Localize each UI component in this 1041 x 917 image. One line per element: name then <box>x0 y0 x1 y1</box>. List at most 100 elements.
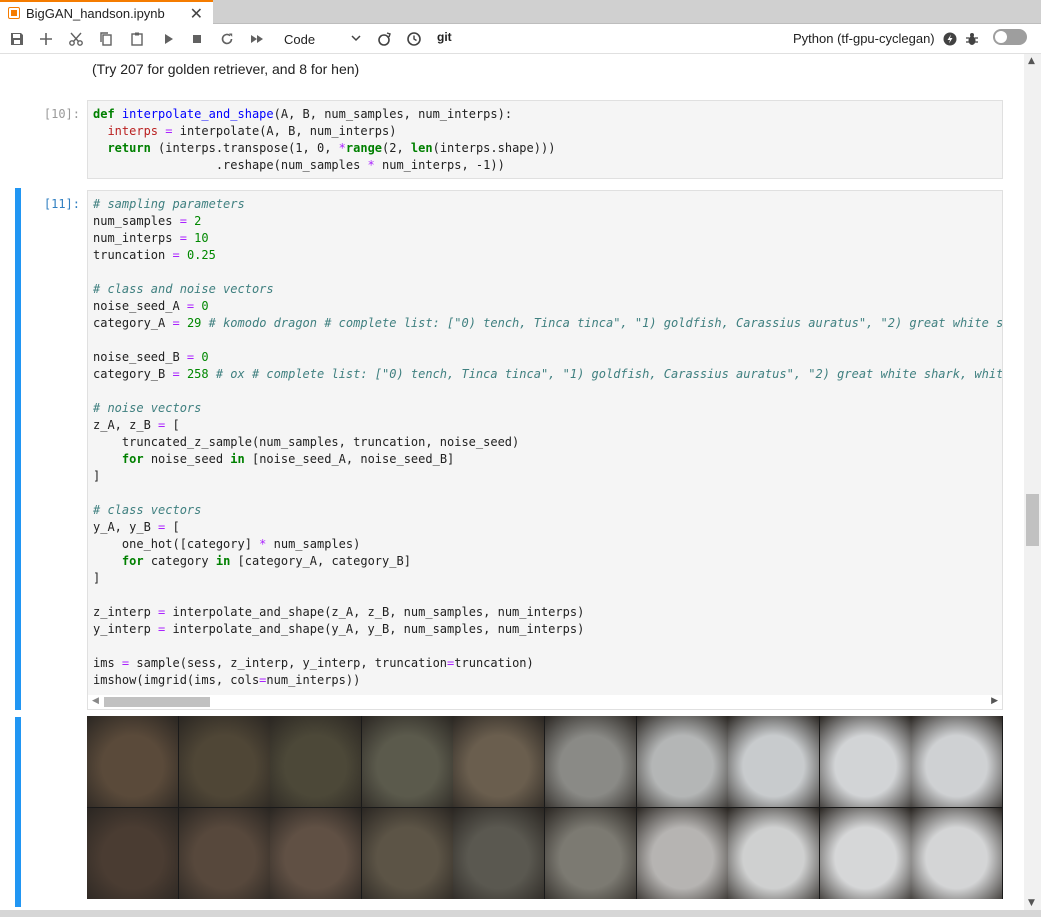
code-token: noise_seed_B <box>93 350 187 364</box>
add-cell-icon[interactable] <box>38 31 54 47</box>
cut-icon[interactable] <box>68 31 84 47</box>
code-token: noise_seed <box>143 452 231 466</box>
code-token: = <box>179 214 187 228</box>
notebook-icon <box>8 7 20 19</box>
code-token: # class and noise vectors <box>93 282 274 296</box>
output-tile <box>545 716 636 807</box>
kernel-name[interactable]: Python (tf-gpu-cyclegan) <box>793 31 935 46</box>
code-token: * <box>338 141 346 155</box>
code-token: interpolate_and_shape <box>121 107 274 121</box>
code-line: truncated_z_sample(num_samples, truncati… <box>93 435 519 452</box>
code-token: interpolate(A, B, num_interps) <box>179 124 397 138</box>
code-token: len <box>410 141 433 155</box>
code-token: [ <box>165 520 180 534</box>
notebook-panel: (Try 207 for golden retriever, and 8 for… <box>0 55 1041 910</box>
output-tile <box>361 716 453 807</box>
vertical-scroll-thumb[interactable] <box>1026 494 1039 546</box>
run-icon[interactable] <box>160 31 176 47</box>
cell-prompt-10: [10]: <box>43 107 80 121</box>
code-token: = <box>172 367 180 381</box>
code-token: range <box>345 141 383 155</box>
code-token: 258 <box>179 367 216 381</box>
code-token: category_B <box>93 367 173 381</box>
code-token: ] <box>93 571 101 585</box>
output-cell-indicator <box>15 717 21 907</box>
scroll-up-icon[interactable]: ▲ <box>1028 56 1035 66</box>
code-line: # class vectors <box>93 503 201 520</box>
scroll-down-icon[interactable]: ▼ <box>1028 898 1035 908</box>
code-token: .reshape(num_samples <box>93 158 368 172</box>
stop-icon[interactable] <box>189 31 205 47</box>
code-token: (interps.transpose(1, 0, <box>158 141 339 155</box>
debugger-toggle[interactable] <box>993 29 1027 45</box>
code-line: ] <box>93 571 100 588</box>
code-token: = <box>172 248 180 262</box>
code-line: for noise_seed in [noise_seed_A, noise_s… <box>93 452 454 469</box>
code-cell-10[interactable]: def interpolate_and_shape(A, B, num_samp… <box>87 100 1003 179</box>
code-token: interpolate_and_shape(z_A, z_B, num_samp… <box>165 605 585 619</box>
output-tile <box>636 716 728 807</box>
code-line: one_hot([category] * num_samples) <box>93 537 360 554</box>
code-token: in <box>215 554 231 568</box>
chevron-down-icon <box>350 32 362 47</box>
scroll-right-icon[interactable]: ▶ <box>991 696 998 706</box>
code-token: = <box>158 124 180 138</box>
code-token: 29 <box>179 316 209 330</box>
code-token: z_A, z_B <box>93 418 159 432</box>
code-token: 0.25 <box>179 248 216 262</box>
fast-forward-icon[interactable] <box>249 31 265 47</box>
horizontal-scrollbar[interactable]: ◀ ▶ <box>88 695 1002 709</box>
code-line: # sampling parameters <box>93 197 245 214</box>
output-tile <box>636 807 728 899</box>
output-image-grid <box>87 716 1003 899</box>
code-token: = <box>172 316 180 330</box>
notebook-toolbar: Code git Python (tf-gpu-cyclegan) <box>0 24 1041 54</box>
code-token: category_A <box>93 316 173 330</box>
output-tile <box>178 807 270 899</box>
code-token: y_A, y_B <box>93 520 159 534</box>
code-token: num_interps)) <box>266 673 361 687</box>
code-line: category_B = 258 # ox # complete list: [… <box>93 367 1002 384</box>
code-line: y_interp = interpolate_and_shape(y_A, y_… <box>93 622 584 639</box>
code-line: ] <box>93 469 100 486</box>
code-token: = <box>179 231 187 245</box>
output-tile <box>178 716 270 807</box>
paste-icon[interactable] <box>129 31 145 47</box>
output-tile <box>728 716 820 807</box>
code-token: (interps.shape))) <box>432 141 556 155</box>
copy-icon[interactable] <box>98 31 114 47</box>
code-line: z_A, z_B = [ <box>93 418 180 435</box>
code-token: return <box>107 141 159 155</box>
scroll-left-icon[interactable]: ◀ <box>92 696 99 706</box>
code-line: num_interps = 10 <box>93 231 209 248</box>
cell-prompt-11: [11]: <box>43 197 80 211</box>
code-token: [category_A, category_B] <box>230 554 411 568</box>
bug-icon[interactable] <box>964 31 980 47</box>
code-token: sample(sess, z_interp, y_interp, truncat… <box>129 656 448 670</box>
code-line: return (interps.transpose(1, 0, *range(2… <box>93 141 555 158</box>
close-icon[interactable]: ✕ <box>190 4 203 23</box>
code-token: category <box>143 554 216 568</box>
code-token: one_hot([category] <box>93 537 260 551</box>
code-token: truncation) <box>454 656 534 670</box>
code-token: for <box>121 554 144 568</box>
horizontal-scroll-thumb[interactable] <box>104 697 210 707</box>
code-token: [noise_seed_A, noise_seed_B] <box>244 452 455 466</box>
code-token: # class vectors <box>93 503 202 517</box>
git-button[interactable]: git <box>437 30 452 44</box>
vertical-scrollbar[interactable]: ▲ ▼ <box>1024 54 1041 910</box>
restart-icon[interactable] <box>219 31 235 47</box>
output-tile <box>87 716 178 807</box>
cell-type-dropdown[interactable]: Code <box>284 29 362 49</box>
code-line: # noise vectors <box>93 401 201 418</box>
code-line: .reshape(num_samples * num_interps, -1)) <box>93 158 505 175</box>
code-cell-11[interactable]: # sampling parameters num_samples = 2 num_… <box>87 190 1003 710</box>
clock-icon[interactable] <box>406 31 422 47</box>
notebook-tab[interactable]: BigGAN_handson.ipynb ✕ <box>0 0 213 24</box>
save-icon[interactable] <box>9 31 25 47</box>
circle-arrow-icon[interactable] <box>376 31 392 47</box>
code-token: for <box>121 452 144 466</box>
code-token: y_interp <box>93 622 159 636</box>
